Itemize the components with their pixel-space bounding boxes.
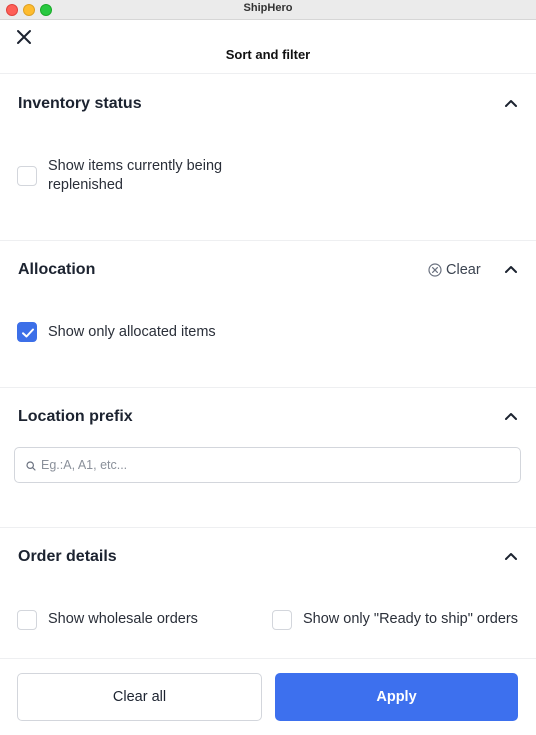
checkmark-icon [22,328,34,338]
allocation-clear-label: Clear [446,262,481,278]
chevron-up-icon [505,100,517,107]
section-divider [0,527,536,528]
modal-title: Sort and filter [225,47,311,62]
wholesale-orders-label: Show wholesale orders [48,611,198,627]
clear-circle-icon [428,263,442,277]
ready-to-ship-label: Show only "Ready to ship" orders [303,611,519,627]
location-prefix-collapse-button[interactable] [500,406,522,428]
location-prefix-title: Location prefix [18,408,133,425]
allocation-title: Allocation [18,261,96,278]
chevron-up-icon [505,266,517,273]
order-details-title: Order details [18,548,117,565]
replenished-label-line2: replenished [48,177,123,193]
modal-footer: Clear all Apply [0,658,536,735]
chevron-up-icon [505,413,517,420]
apply-button[interactable]: Apply [275,673,518,721]
close-icon [17,30,31,44]
ready-to-ship-checkbox[interactable] [272,610,292,630]
clear-all-button[interactable]: Clear all [17,673,262,721]
location-prefix-input[interactable] [41,448,511,482]
chevron-up-icon [505,553,517,560]
replenished-label-line1: Show items currently being [48,158,223,174]
section-divider [0,240,536,241]
wholesale-orders-checkbox[interactable] [17,610,37,630]
section-divider [0,387,536,388]
window-titlebar: ShipHero [0,0,536,20]
replenished-checkbox[interactable] [17,166,37,186]
allocation-collapse-button[interactable] [500,259,522,281]
allocation-clear-button[interactable]: Clear [428,261,481,279]
inventory-status-title: Inventory status [18,95,142,112]
search-icon [26,461,36,471]
close-button[interactable] [12,25,36,49]
inventory-status-collapse-button[interactable] [500,93,522,115]
location-prefix-field [14,447,521,483]
window-title: ShipHero [243,2,293,14]
allocated-items-checkbox[interactable] [17,322,37,342]
allocated-items-label: Show only allocated items [48,324,216,340]
order-details-collapse-button[interactable] [500,546,522,568]
